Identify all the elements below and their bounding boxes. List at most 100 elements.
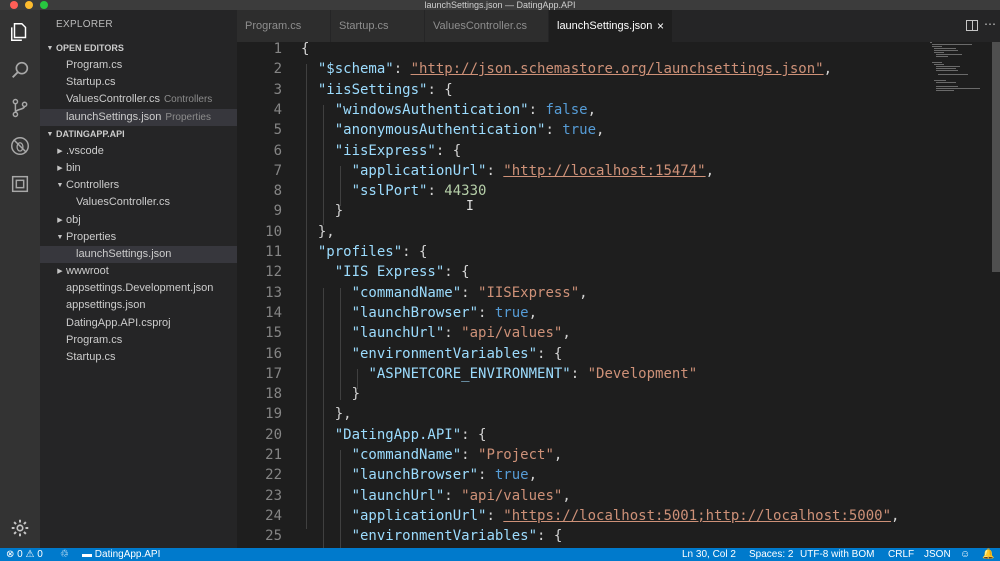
problems-indicator[interactable]: ⊗ 0 ⚠ 0 [6, 548, 43, 561]
indentation-indicator[interactable]: Spaces: 2 [749, 548, 793, 561]
code-line: 3 "iisSettings": { [237, 80, 937, 100]
eol-indicator[interactable]: CRLF [888, 548, 914, 561]
notifications-icon[interactable]: 🔔 [982, 548, 994, 561]
tree-file[interactable]: Program.cs [40, 332, 237, 349]
close-icon[interactable]: × [657, 10, 664, 42]
code-text: "commandName": "IISExpress", [301, 283, 588, 303]
line-number: 3 [273, 81, 282, 98]
code-line: 25 "environmentVariables": { [237, 526, 937, 546]
tab-startup-cs[interactable]: Startup.cs [331, 10, 425, 42]
folder-indicator[interactable]: ▬ DatingApp.API [82, 548, 160, 561]
tab-launchsettings-json[interactable]: launchSettings.json × [549, 10, 673, 42]
tab-program-cs[interactable]: Program.cs [237, 10, 331, 42]
source-control-icon[interactable] [8, 96, 32, 120]
code-token: "commandName" [351, 447, 462, 463]
code-text: "anonymousAuthentication": true, [301, 120, 605, 140]
tree-file[interactable]: Startup.cs [40, 349, 237, 366]
tree-file[interactable]: appsettings.Development.json [40, 280, 237, 297]
extensions-icon[interactable] [8, 172, 32, 196]
open-editor-item[interactable]: launchSettings.json Properties [40, 108, 237, 126]
explorer-icon[interactable] [8, 20, 32, 44]
code-token: , [528, 467, 538, 484]
line-number: 22 [265, 467, 282, 484]
open-editor-label: ValuesController.cs [66, 93, 160, 106]
code-token: "anonymousAuthentication" [334, 122, 546, 139]
code-token: { [301, 42, 310, 57]
chevron-down-icon: ▼ [56, 182, 64, 190]
code-token: true [494, 304, 529, 321]
debug-icon[interactable] [8, 134, 32, 158]
editor-scrollbar[interactable] [992, 42, 1000, 272]
code-token: "Project" [478, 447, 554, 463]
language-mode[interactable]: JSON [924, 548, 951, 561]
code-token: "iisSettings" [317, 81, 428, 98]
tree-folder[interactable]: ▶ .vscode [40, 143, 237, 160]
chevron-right-icon: ▶ [57, 164, 63, 172]
chevron-down-icon: ▼ [46, 45, 54, 52]
tree-item-label: Startup.cs [66, 351, 116, 363]
code-token: "Development" [587, 365, 698, 382]
code-token: "applicationUrl" [351, 507, 487, 524]
tree-item-label: appsettings.Development.json [66, 282, 214, 295]
line-number: 13 [265, 284, 282, 301]
code-token: : [478, 304, 495, 321]
code-token: , [528, 304, 538, 321]
split-editor-icon[interactable] [966, 20, 978, 31]
tree-folder[interactable]: ▶ obj [40, 212, 237, 229]
code-line: 15 "launchUrl": "api/values", [237, 323, 937, 343]
window-minimize-button[interactable] [25, 1, 33, 9]
code-token: : [393, 61, 411, 78]
code-token: "api/values" [461, 487, 563, 504]
tree-folder[interactable]: ▼ Properties [40, 229, 237, 246]
tree-file[interactable]: appsettings.json [40, 297, 237, 314]
code-editor[interactable]: 1{2 "$schema": "http://json.schemastore.… [237, 42, 1000, 548]
line-number: 1 [273, 42, 282, 57]
search-icon[interactable] [8, 58, 32, 82]
activity-bar [0, 10, 40, 548]
line-number: 20 [265, 426, 282, 443]
window-maximize-button[interactable] [40, 1, 48, 9]
more-actions-icon[interactable]: ⋯ [984, 18, 996, 30]
code-token: : [545, 122, 563, 139]
code-token: : { [402, 244, 428, 260]
feedback-icon[interactable]: ☺ [960, 548, 970, 561]
open-editor-item[interactable]: Startup.cs [40, 74, 237, 91]
tree-file[interactable]: launchSettings.json [40, 245, 237, 264]
gear-icon[interactable] [8, 516, 32, 540]
code-token: "https://localhost:5001;http://localhost… [503, 507, 892, 524]
code-token: : [528, 101, 546, 118]
open-editor-item[interactable]: ValuesController.cs Controllers [40, 91, 237, 108]
code-token: , [823, 61, 833, 78]
open-editor-item[interactable]: Program.cs [40, 57, 237, 74]
tree-folder[interactable]: ▶ wwwroot [40, 263, 237, 280]
code-token: , [579, 284, 588, 301]
tree-file[interactable]: DatingApp.API.csproj [40, 315, 237, 332]
line-number: 10 [265, 223, 282, 240]
sync-icon[interactable]: ♲ [60, 548, 69, 561]
cursor-position[interactable]: Ln 30, Col 2 [682, 548, 736, 561]
minimap[interactable] [930, 42, 990, 102]
encoding-indicator[interactable]: UTF-8 with BOM [800, 548, 874, 561]
tree-file[interactable]: ValuesController.cs [40, 194, 237, 211]
tree-item-label: Program.cs [66, 333, 123, 346]
code-token: : [444, 325, 462, 342]
title-bar: launchSettings.json — DatingApp.API [0, 0, 1000, 10]
tree-folder[interactable]: ▶ bin [40, 160, 237, 177]
status-bar: ⊗ 0 ⚠ 0 ♲ ▬ DatingApp.API Ln 30, Col 2 S… [0, 548, 1000, 561]
tree-folder[interactable]: ▼ Controllers [40, 177, 237, 194]
tab-valuescontroller-cs[interactable]: ValuesController.cs [425, 10, 549, 42]
line-number: 4 [273, 101, 282, 118]
tree-item-label: bin [66, 161, 81, 174]
code-token: , [891, 507, 900, 524]
window-close-button[interactable] [10, 1, 18, 9]
code-token: "environmentVariables" [351, 345, 538, 362]
open-editors-header[interactable]: ▼ OPEN EDITORS [40, 40, 237, 57]
project-header[interactable]: ▼ DATINGAPP.API [40, 126, 237, 143]
